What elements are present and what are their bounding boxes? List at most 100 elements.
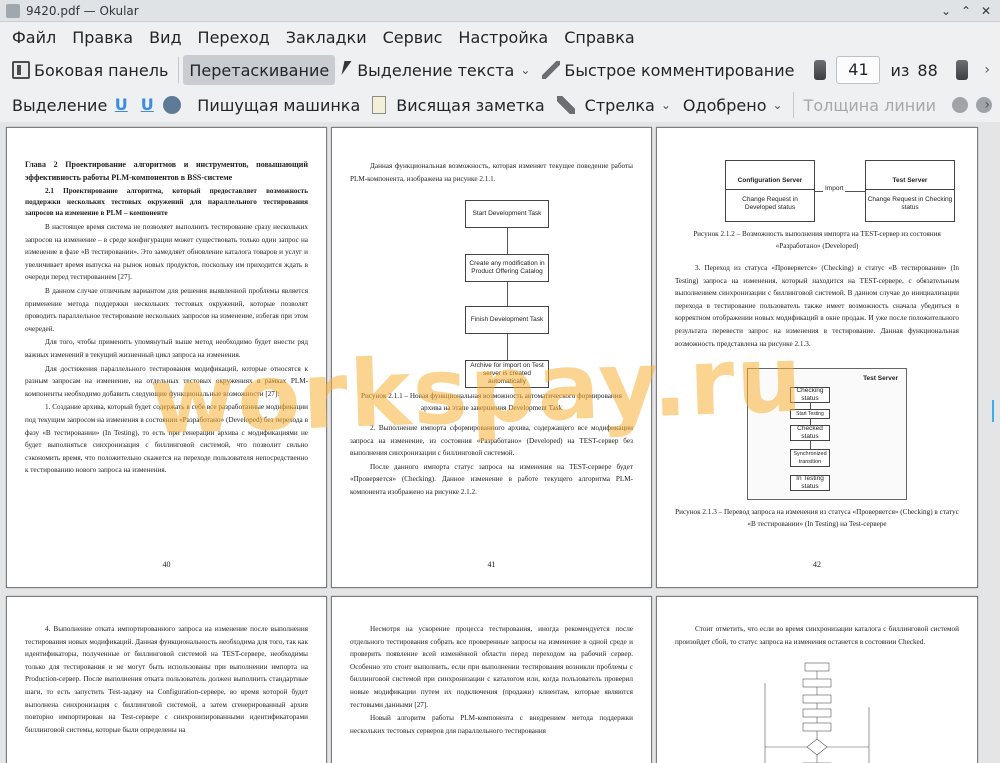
menu-bar: Файл Правка Вид Переход Закладки Сервис … (0, 22, 1000, 52)
figure-caption: Рисунок 2.1.3 – Перевод запроса на измен… (675, 508, 959, 528)
figure-caption: Рисунок 2.1.1 – Новая функциональная воз… (361, 392, 622, 412)
configuration-server-body: Change Request in Developed status (742, 195, 798, 211)
note-icon (372, 96, 387, 114)
menu-file[interactable]: Файл (6, 28, 62, 47)
flow-decision (806, 738, 828, 756)
configuration-server-box: Configuration Server Change Request in D… (725, 160, 815, 222)
paragraph: В данном случае отличным вариантом для р… (25, 286, 308, 333)
flow-box-finish: Finish Development Task (465, 306, 549, 334)
flow-node (802, 708, 832, 718)
flow-node (804, 662, 830, 672)
paragraph: В настоящее время система не позволяет в… (25, 223, 308, 282)
stamp-tool-button[interactable]: Одобрено ⌄ (677, 90, 789, 120)
paragraph: 1. Создание архива, который будет содерж… (25, 403, 308, 475)
figure-caption-wrap: Рисунок 2.1.1 – Новая функциональная воз… (350, 390, 633, 500)
maximize-icon[interactable]: ⌃ (958, 3, 974, 19)
toolbar-overflow-icon[interactable]: › (984, 97, 990, 113)
page-number: 40 (162, 560, 171, 569)
sidebar-button[interactable]: Боковая панель (6, 55, 174, 85)
close-icon[interactable]: ✕ (978, 3, 994, 19)
page-45: Стоит отметить, что если во время синхро… (656, 596, 978, 763)
arrow-tool-button[interactable]: Стрелка ⌄ (551, 90, 677, 120)
minimize-icon[interactable]: ⌄ (938, 3, 954, 19)
flow-connector (507, 334, 508, 360)
chevron-down-icon[interactable]: ⌄ (661, 98, 671, 112)
page-number-input[interactable]: 41 (836, 56, 881, 84)
menu-tools[interactable]: Сервис (377, 28, 449, 47)
flow-node (802, 694, 832, 704)
menu-settings[interactable]: Настройка (452, 28, 554, 47)
figure-caption: Рисунок 2.1.2 – Возможность выполнения и… (693, 230, 941, 250)
squiggle-underline-icon[interactable]: U (139, 96, 155, 114)
synchronized-transition: Synchronized transition (790, 449, 830, 467)
text-cursor-icon (341, 61, 353, 79)
state-checked: Checked status (790, 425, 830, 441)
test-server-title: Test Server (866, 177, 954, 190)
flow-node (802, 722, 832, 732)
paragraph: 2. Выполнение импорта сформированного ар… (350, 424, 633, 458)
quick-annotation-button[interactable]: Быстрое комментирование (536, 55, 800, 85)
toolbar-separator (178, 57, 180, 83)
menu-view[interactable]: Вид (143, 28, 187, 47)
brush-icon (542, 61, 561, 79)
test-server-diagram: Test Server Checking status Start Testin… (747, 368, 907, 500)
menu-edit[interactable]: Правка (66, 28, 139, 47)
window-title: 9420.pdf — Okular (26, 3, 139, 18)
color-icon[interactable] (952, 97, 969, 113)
typewriter-tool-button[interactable]: Пишущая машинка (191, 90, 366, 120)
flow-connector (507, 282, 508, 306)
configuration-server-title: Configuration Server (726, 177, 814, 190)
page-40: Глава 2 Проектирование алгоритмов и инст… (6, 127, 327, 588)
browse-tool-button[interactable]: Перетаскивание (183, 55, 336, 85)
text-select-tool-button[interactable]: Выделение текста ⌄ (335, 55, 536, 85)
chevron-down-icon[interactable]: ⌄ (772, 98, 782, 112)
paragraph: Для достижения параллельного тестировани… (25, 364, 308, 398)
pen-icon (556, 96, 575, 114)
flow-connector (507, 228, 508, 254)
document-viewport[interactable]: Глава 2 Проектирование алгоритмов и инст… (0, 122, 1000, 763)
flow-box-archive: Archive for import on Test server is cre… (465, 360, 549, 388)
flow-node (802, 678, 832, 688)
page-43: 4. Выполнение отката импортированного за… (6, 596, 327, 763)
menu-help[interactable]: Справка (558, 28, 641, 47)
flow-box-start: Start Development Task (465, 200, 549, 228)
test-server-body: Change Request in Checking status (867, 195, 953, 211)
test-server-box: Test Server Change Request in Checking s… (865, 160, 955, 222)
vertical-scrollbar[interactable] (986, 122, 1000, 763)
start-testing-label: Start Testing (790, 409, 830, 419)
strikeout-icon[interactable] (163, 96, 182, 114)
paragraph: Стоит отметить, что если во время синхро… (675, 625, 959, 646)
okular-app-icon (6, 3, 20, 18)
popup-note-tool-button[interactable]: Висящая заметка (366, 90, 550, 120)
paragraph: Несмотря на ускорение процесса тестирова… (350, 625, 633, 709)
paragraph: 4. Выполнение отката импортированного за… (25, 625, 308, 734)
toolbar-overflow-icon[interactable]: › (984, 62, 990, 78)
line-width-button[interactable]: Толщина линии (798, 90, 943, 120)
menu-go[interactable]: Переход (192, 28, 276, 47)
paragraph: Данная функциональная возможность, котор… (350, 162, 633, 183)
flowchart-figure (764, 662, 870, 763)
annotation-toolbar: Выделение U U Пишущая машинка Висящая за… (0, 87, 1000, 123)
paragraph: После данного импорта статус запроса на … (350, 462, 633, 496)
paragraph: 3. Переход из статуса «Проверяется» (Che… (675, 264, 959, 348)
chapter-heading: Глава 2 Проектирование алгоритмов и инст… (25, 160, 308, 182)
paragraph: Новый алгоритм работы PLM-компонента с в… (350, 714, 633, 735)
page-44: Несмотря на ускорение процесса тестирова… (331, 596, 652, 763)
page-of-label: из (890, 60, 910, 80)
highlight-tool-button[interactable]: Выделение (6, 90, 113, 120)
import-label: Import (823, 185, 846, 192)
scrollbar-thumb[interactable] (992, 400, 994, 422)
section-heading: 2.1 Проектирование алгоритма, который пр… (25, 187, 308, 217)
state-in-testing: In Testing status (790, 475, 830, 491)
state-checking: Checking status (790, 387, 830, 403)
previous-page-icon[interactable] (814, 60, 827, 80)
toolbar-separator (792, 92, 794, 118)
flow-box-modify: Create any modification in Product Offer… (465, 254, 549, 282)
page-42: Configuration Server Change Request in D… (656, 127, 978, 588)
page-total-label: 88 (917, 60, 938, 80)
next-page-icon[interactable] (955, 60, 968, 80)
chevron-down-icon[interactable]: ⌄ (520, 63, 530, 77)
underline-icon[interactable]: U (113, 96, 129, 114)
page-number: 42 (813, 560, 821, 569)
menu-bookmarks[interactable]: Закладки (280, 28, 373, 47)
